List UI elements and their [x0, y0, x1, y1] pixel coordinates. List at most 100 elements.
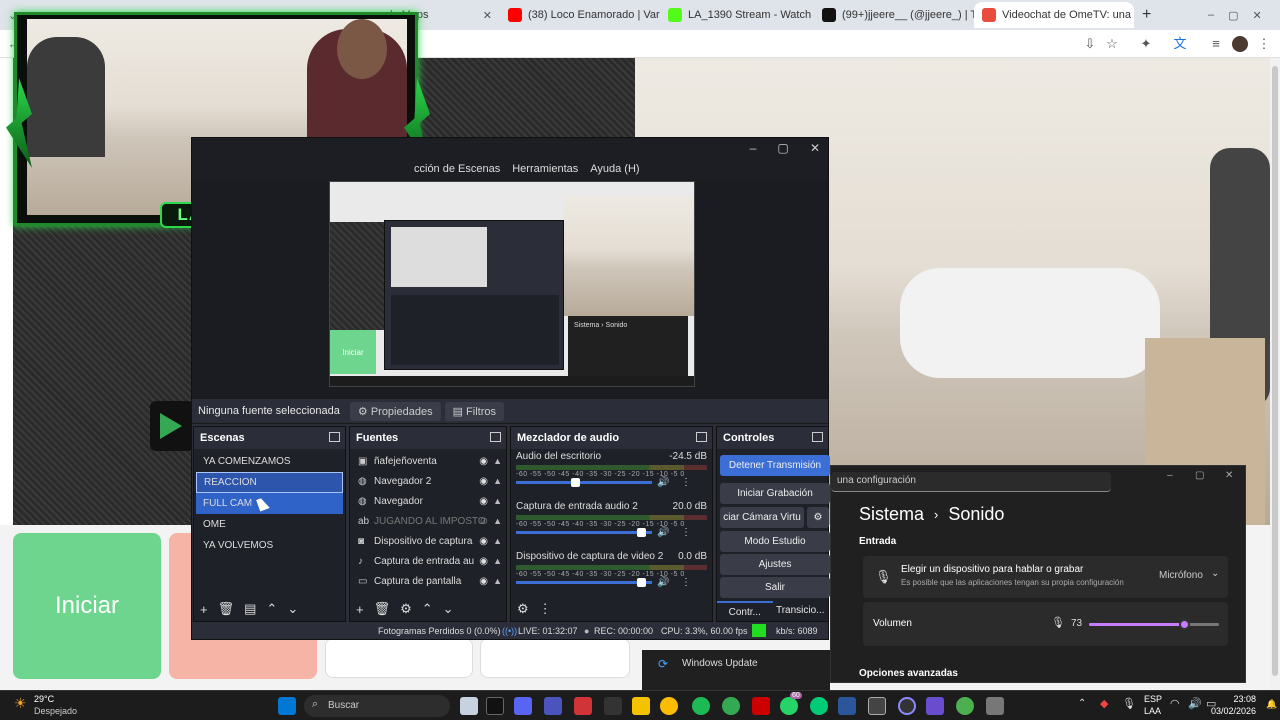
virtual-camera-settings-button[interactable]: ⚙ [807, 507, 829, 528]
tab-transitions[interactable]: Transicio... [773, 601, 829, 621]
taskbar-search[interactable]: ⌕ Buscar [304, 695, 450, 717]
file-explorer-icon[interactable] [460, 697, 478, 715]
eye-icon[interactable]: ◉ [479, 556, 488, 567]
profile-avatar[interactable] [1232, 36, 1248, 52]
lock-icon[interactable]: ▲ [493, 456, 502, 466]
windows-update-link[interactable]: Windows Update [682, 658, 758, 669]
eye-icon[interactable]: ◉ [479, 476, 488, 487]
exit-button[interactable]: Salir [720, 577, 830, 598]
close-window-icon[interactable]: ✕ [1253, 9, 1262, 22]
studio-mode-button[interactable]: Modo Estudio [720, 531, 830, 552]
tab-youtube[interactable]: (38) Loco Enamorado | Varieté✕ [500, 2, 660, 28]
source-item[interactable]: ◍ Navegador 2 ◉ ▲ [350, 471, 506, 491]
notifications-bell-icon[interactable]: 🔔 [1266, 699, 1277, 710]
start-recording-button[interactable]: Iniciar Grabación [720, 483, 830, 504]
undock-icon[interactable] [490, 432, 501, 442]
discord-icon[interactable] [514, 697, 532, 715]
undock-icon[interactable] [696, 432, 707, 442]
slider-knob[interactable] [636, 578, 646, 587]
menu-dots-icon[interactable]: ⋮ [539, 601, 552, 617]
chevron-down-icon[interactable]: ⌄ [1211, 568, 1219, 579]
weather-temp[interactable]: 29°C [34, 694, 54, 704]
source-item[interactable]: ▭ Captura de pantalla ◉ ▲ [350, 571, 506, 591]
tab-controls[interactable]: Contr... [717, 601, 773, 621]
add-icon[interactable]: + [200, 602, 208, 617]
volume-slider-knob[interactable] [1178, 619, 1190, 630]
source-item[interactable]: ♪ Captura de entrada au ◉ ▲ [350, 551, 506, 571]
tab-kick[interactable]: LA_1390 Stream - Watch Live o✕ [660, 2, 814, 28]
device-select-value[interactable]: Micrófono [1159, 570, 1203, 581]
epic-games-icon[interactable] [486, 697, 504, 715]
virtual-camera-button[interactable]: ciar Cámara Virtu [720, 507, 804, 528]
weather-desc[interactable]: Despejado [34, 706, 77, 716]
lock-icon[interactable]: ▲ [493, 556, 502, 566]
wifi-icon[interactable]: ◠ [1170, 697, 1180, 710]
lock-icon[interactable]: ▲ [493, 496, 502, 506]
whatsapp-icon[interactable] [780, 697, 798, 715]
source-item[interactable]: ◙ Dispositivo de captura ◉ ▲ [350, 531, 506, 551]
language-code[interactable]: ESP [1144, 694, 1162, 704]
trash-icon[interactable]: 🗑 [218, 601, 235, 617]
scrollbar-thumb[interactable] [1272, 66, 1278, 676]
settings-button[interactable]: Ajustes [720, 554, 830, 575]
scene-item-selected[interactable]: REACCION [196, 472, 343, 493]
filter-icon[interactable]: ▤ [244, 601, 256, 617]
tab-ometv[interactable]: Videochat de OmeTV: una ◉ ✕ [974, 2, 1134, 28]
settings-search-input[interactable]: una configuración [831, 472, 1111, 492]
source-item[interactable]: ▣ ñafejeñoventa ◉ ▲ [350, 451, 506, 471]
arrow-down-icon[interactable]: ⌄ [443, 601, 454, 617]
eye-icon[interactable]: ◉ [479, 496, 488, 507]
source-item-hidden[interactable]: ab JUGANDO AL IMPOSTO ⊘ ▲ [350, 511, 506, 531]
iniciar-button[interactable]: Iniciar [13, 533, 161, 679]
teams-icon[interactable] [544, 697, 562, 715]
acrobat-icon[interactable] [752, 697, 770, 715]
source-item[interactable]: ◍ Navegador ◉ ▲ [350, 491, 506, 511]
edge-icon[interactable] [810, 697, 828, 715]
app-circle-icon[interactable] [898, 697, 916, 715]
arrow-down-icon[interactable]: ⌄ [287, 601, 298, 617]
eye-icon[interactable]: ◉ [479, 576, 488, 587]
extensions-icon[interactable]: ✦ [1138, 36, 1154, 52]
clock-date[interactable]: 03/02/2026 [1210, 706, 1256, 716]
page-scrollbar[interactable] [1270, 58, 1280, 690]
chevron-up-icon[interactable]: ⌃ [1078, 698, 1086, 709]
keyboard-layout[interactable]: LAA [1144, 706, 1161, 716]
maximize-icon[interactable]: ▢ [772, 140, 794, 156]
menu-dots-icon[interactable]: ⋮ [1256, 36, 1272, 52]
minimize-icon[interactable]: – [1208, 9, 1214, 21]
slider-knob[interactable] [636, 528, 646, 537]
scene-item[interactable]: YA COMENZAMOS [196, 451, 343, 472]
install-icon[interactable]: ⇩ [1082, 36, 1098, 52]
obs-preview[interactable]: Iniciar Sistema › Sonido [192, 180, 828, 398]
menu-tools[interactable]: Herramientas [512, 163, 578, 175]
chrome-icon[interactable] [660, 697, 678, 715]
lock-icon[interactable]: ▲ [493, 476, 502, 486]
speaker-icon[interactable]: 🔊 [657, 527, 669, 538]
close-icon[interactable]: ✕ [804, 140, 826, 156]
scene-item-active[interactable]: FULL CAM [196, 493, 343, 514]
trash-icon[interactable]: 🗑 [374, 601, 391, 617]
eye-hidden-icon[interactable]: ⊘ [480, 516, 488, 527]
scene-item[interactable]: OME [196, 514, 343, 535]
folder-icon[interactable] [632, 697, 650, 715]
slider-knob[interactable] [570, 478, 580, 487]
translate-icon[interactable]: 文 [1172, 36, 1188, 52]
close-icon[interactable]: ✕ [475, 9, 492, 22]
volume-slider[interactable] [516, 478, 652, 487]
eye-icon[interactable]: ◉ [479, 536, 488, 547]
chrome-icon[interactable] [956, 697, 974, 715]
menu-dots-icon[interactable]: ⋮ [681, 477, 691, 488]
microphone-icon[interactable]: 🎙 [1122, 697, 1136, 710]
eye-icon[interactable]: ◉ [479, 456, 488, 467]
menu-dots-icon[interactable]: ⋮ [681, 527, 691, 538]
input-device-card[interactable]: 🎙 Elegir un dispositivo para hablar o gr… [863, 556, 1228, 598]
volume-slider[interactable] [516, 528, 652, 537]
bookmark-star-icon[interactable]: ☆ [1104, 36, 1120, 52]
minimize-icon[interactable]: – [1167, 470, 1173, 481]
menu-dots-icon[interactable]: ⋮ [681, 577, 691, 588]
maximize-icon[interactable]: ▢ [1228, 9, 1238, 22]
obs-icon[interactable] [868, 697, 886, 715]
minimize-icon[interactable]: – [742, 140, 764, 156]
store-icon[interactable] [604, 697, 622, 715]
spotify-icon[interactable] [692, 697, 710, 715]
